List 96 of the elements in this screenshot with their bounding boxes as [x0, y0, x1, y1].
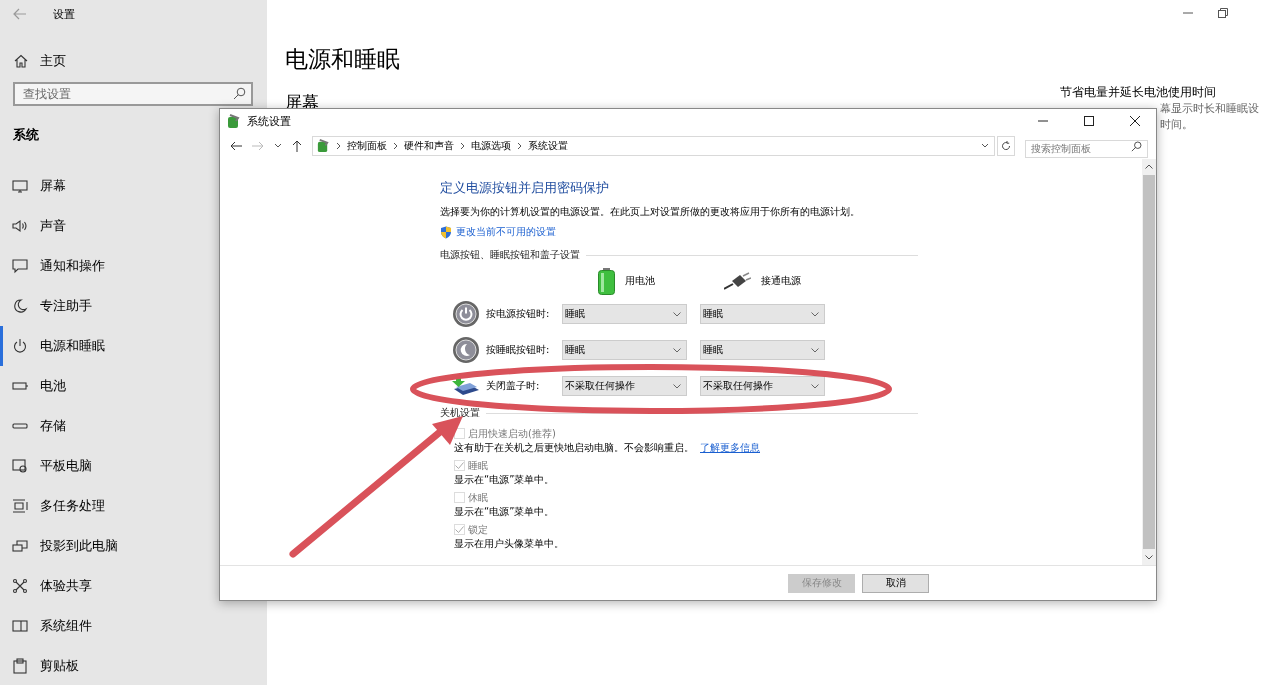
column-header: 用电池 — [625, 274, 655, 288]
projector-icon — [12, 538, 28, 554]
caret-icon — [673, 311, 681, 317]
sidebar-item[interactable]: 通知和操作 — [0, 246, 212, 286]
control-panel-icon — [316, 139, 330, 153]
group-label: 电源按钮、睡眠按钮和盖子设置 — [440, 248, 580, 262]
clipboard-icon — [12, 658, 28, 674]
checkbox-label: 锁定 — [468, 522, 488, 537]
sidebar-item[interactable]: 多任务处理 — [0, 486, 212, 526]
sleep-button-icon — [452, 336, 480, 364]
scrollbar[interactable] — [1142, 159, 1156, 565]
section-heading: 系统 — [13, 126, 39, 144]
restore-icon[interactable] — [1218, 8, 1228, 18]
dropdown[interactable]: 不采取任何操作 — [700, 376, 825, 396]
back-icon[interactable] — [230, 141, 242, 151]
home-item[interactable]: 主页 — [0, 28, 267, 76]
checkbox-label: 休眠 — [468, 490, 488, 505]
caret-icon[interactable] — [274, 143, 282, 149]
checkbox-label: 睡眠 — [468, 458, 488, 473]
dropdown[interactable]: 睡眠 — [562, 340, 687, 360]
sidebar-item[interactable]: 平板电脑 — [0, 446, 212, 486]
caret-icon — [673, 383, 681, 389]
chevron-icon — [460, 142, 465, 150]
home-icon — [14, 54, 28, 68]
shield-icon — [440, 225, 452, 239]
caret-icon[interactable] — [981, 143, 989, 149]
search-field[interactable]: 查找设置 — [13, 82, 253, 106]
description-text: 选择要为你的计算机设置的电源设置。在此页上对设置所做的更改将应用于你所有的电源计划。 — [440, 205, 861, 219]
up-icon[interactable] — [292, 140, 302, 152]
page-heading: 定义电源按钮并启用密码保护 — [440, 179, 610, 197]
window-title: 设置 — [53, 6, 75, 22]
caret-icon — [811, 311, 819, 317]
setting-label: 按睡眠按钮时: — [486, 343, 551, 357]
option-description: 显示在“电源”菜单中。 — [454, 505, 555, 519]
side-text: 幕显示时长和睡眠设 — [1160, 101, 1259, 117]
breadcrumb-item[interactable]: 控制面板 — [347, 139, 387, 153]
breadcrumb-item[interactable]: 硬件和声音 — [404, 139, 454, 153]
dialog-title: 系统设置 — [247, 113, 291, 129]
multitask-icon — [12, 498, 28, 514]
sidebar-item[interactable]: 体验共享 — [0, 566, 212, 606]
dropdown[interactable]: 睡眠 — [562, 304, 687, 324]
page-title: 电源和睡眠 — [285, 45, 400, 74]
dropdown[interactable]: 睡眠 — [700, 304, 825, 324]
side-text: 时间。 — [1160, 117, 1193, 133]
breadcrumb-item[interactable]: 系统设置 — [528, 139, 568, 153]
power-plug-icon — [724, 272, 751, 290]
caret-icon — [811, 347, 819, 353]
sidebar-item[interactable]: 存储 — [0, 406, 212, 446]
share-icon — [12, 578, 28, 594]
refresh-icon — [1001, 141, 1011, 151]
group-label: 关机设置 — [440, 406, 480, 420]
search-icon — [233, 87, 246, 100]
cancel-button[interactable]: 取消 — [862, 573, 929, 593]
chevron-icon — [393, 142, 398, 150]
side-heading: 节省电量并延长电池使用时间 — [1060, 84, 1216, 101]
scroll-up-icon[interactable] — [1145, 164, 1153, 169]
column-header: 接通电源 — [761, 274, 801, 288]
refresh-button[interactable] — [997, 136, 1015, 156]
moon-icon — [12, 298, 28, 314]
close-icon[interactable] — [1130, 116, 1140, 126]
admin-link[interactable]: 更改当前不可用的设置 — [456, 225, 556, 239]
setting-label: 关闭盖子时: — [486, 379, 541, 393]
option-description: 显示在用户头像菜单中。 — [454, 537, 564, 551]
sidebar-item[interactable]: 专注助手 — [0, 286, 212, 326]
sidebar-item[interactable]: 系统组件 — [0, 606, 212, 646]
dropdown[interactable]: 睡眠 — [700, 340, 825, 360]
speaker-icon — [12, 218, 28, 234]
chevron-icon — [336, 142, 341, 150]
caret-icon — [673, 347, 681, 353]
message-icon — [12, 258, 28, 274]
monitor-icon — [12, 178, 28, 194]
dropdown[interactable]: 不采取任何操作 — [562, 376, 687, 396]
chevron-icon — [517, 142, 522, 150]
power-button-icon — [452, 300, 480, 328]
control-panel-icon — [226, 113, 241, 129]
breadcrumb-item[interactable]: 电源选项 — [471, 139, 511, 153]
checkbox-label: 启用快速启动(推荐) — [468, 426, 556, 441]
address-bar[interactable]: 控制面板 硬件和声音 电源选项 系统设置 — [312, 136, 995, 156]
scroll-down-icon[interactable] — [1145, 555, 1153, 560]
option-description: 显示在“电源”菜单中。 — [454, 473, 555, 487]
sidebar-item[interactable]: 剪贴板 — [0, 646, 212, 685]
sidebar-item[interactable]: 屏幕 — [0, 166, 212, 206]
sidebar-item[interactable]: 投影到此电脑 — [0, 526, 212, 566]
power-icon — [12, 338, 28, 354]
sidebar-item[interactable]: 电池 — [0, 366, 212, 406]
caret-icon — [811, 383, 819, 389]
search-icon — [1131, 141, 1142, 152]
maximize-icon[interactable] — [1084, 116, 1094, 126]
option-description: 这有助于在关机之后更快地启动电脑。不会影响重启。 — [454, 441, 694, 455]
sidebar-item[interactable]: 声音 — [0, 206, 212, 246]
scrollbar-thumb[interactable] — [1143, 175, 1155, 549]
setting-label: 按电源按钮时: — [486, 307, 551, 321]
component-icon — [12, 618, 28, 634]
sidebar-item[interactable]: 电源和睡眠 — [0, 326, 212, 366]
battery-icon — [598, 267, 615, 295]
tablet-icon — [12, 458, 28, 474]
